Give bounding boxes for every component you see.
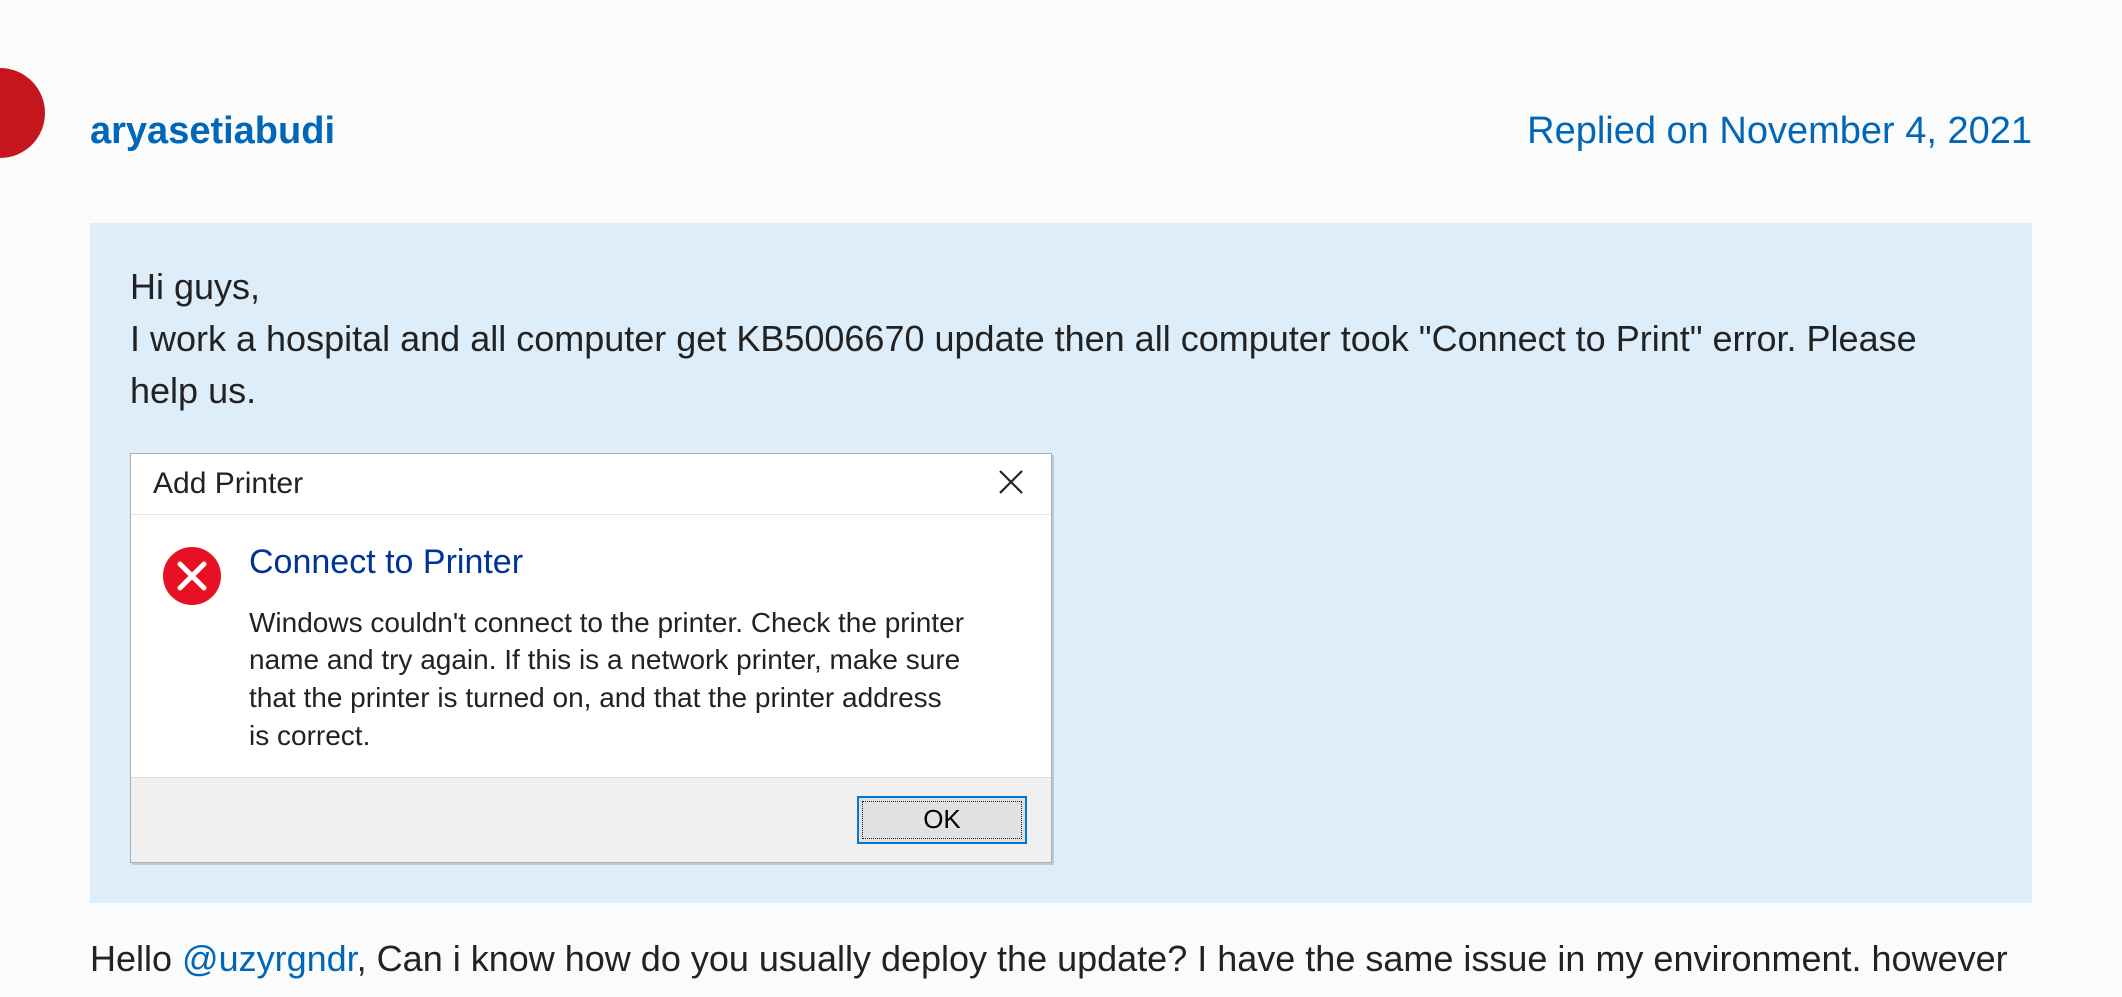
dialog-footer: OK	[131, 777, 1051, 862]
username-link[interactable]: aryasetiabudi	[90, 110, 335, 153]
ok-button[interactable]: OK	[857, 796, 1027, 844]
post-header: aryasetiabudi Replied on November 4, 202…	[0, 0, 2122, 153]
reply-date: Replied on November 4, 2021	[1527, 110, 2032, 153]
close-icon[interactable]	[991, 466, 1031, 502]
quoted-reply-block: Hi guys, I work a hospital and all compu…	[90, 223, 2032, 903]
quote-line-2: I work a hospital and all computer get K…	[130, 318, 1917, 411]
quote-line-1: Hi guys,	[130, 266, 260, 307]
dialog-titlebar: Add Printer	[131, 454, 1051, 515]
embedded-screenshot: Add Printer Connect to	[130, 453, 1992, 863]
dialog-title: Add Printer	[153, 467, 303, 501]
add-printer-dialog: Add Printer Connect to	[130, 453, 1052, 863]
dialog-heading: Connect to Printer	[249, 543, 1021, 582]
user-mention[interactable]: @uzyrgndr	[182, 938, 357, 979]
dialog-content: Connect to Printer Windows couldn't conn…	[249, 543, 1021, 755]
reply-body-text: Hello @uzyrgndr, Can i know how do you u…	[0, 903, 2122, 985]
reply-rest: , Can i know how do you usually deploy t…	[357, 938, 2008, 979]
dialog-body: Connect to Printer Windows couldn't conn…	[131, 515, 1051, 777]
dialog-message: Windows couldn't connect to the printer.…	[249, 604, 969, 755]
error-icon	[161, 545, 223, 607]
quote-text: Hi guys, I work a hospital and all compu…	[130, 261, 1992, 418]
reply-prefix: Hello	[90, 938, 182, 979]
